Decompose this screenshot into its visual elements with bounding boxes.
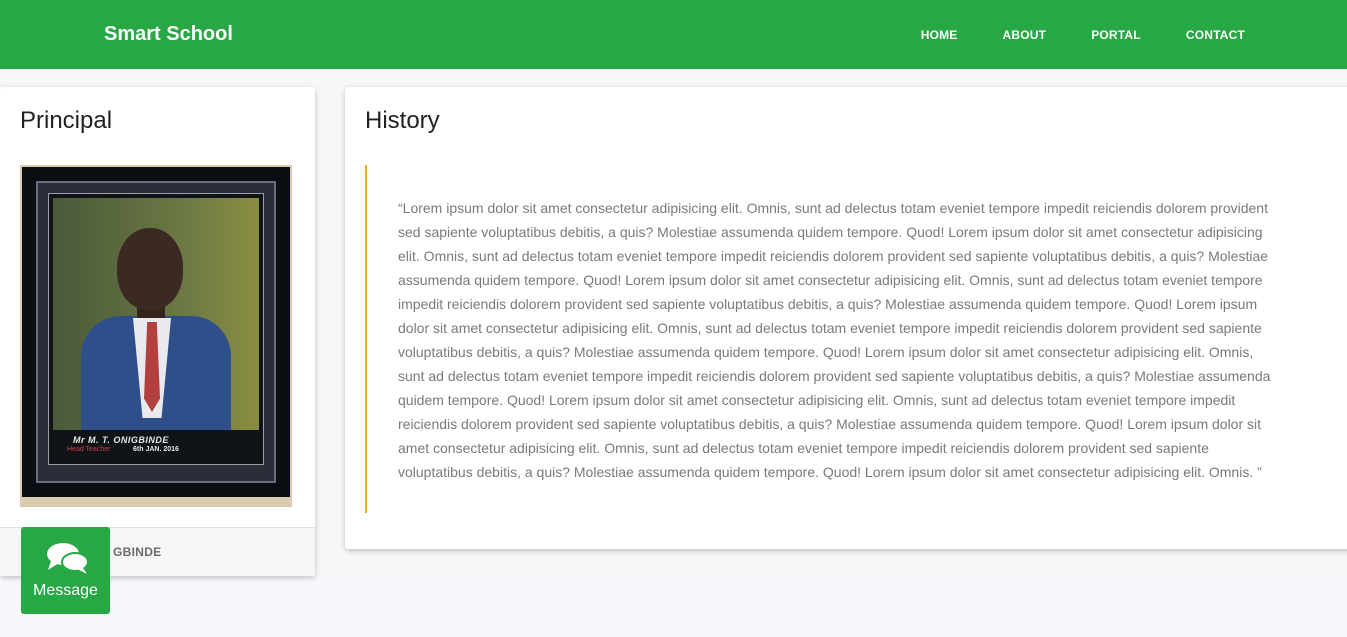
nav-link-home[interactable]: HOME — [921, 28, 958, 42]
nav-link-contact[interactable]: CONTACT — [1186, 28, 1245, 42]
principal-photo: Mr M. T. ONIGBINDE Head Teacher 6th JAN.… — [20, 165, 292, 507]
plaque-role: Head Teacher — [67, 446, 111, 453]
plaque-name: Mr M. T. ONIGBINDE — [73, 435, 169, 445]
principal-card: Principal Mr M. T. ONIGBINDE Head Teache… — [0, 87, 315, 576]
footer-band — [0, 576, 1347, 637]
history-quote-text: “Lorem ipsum dolor sit amet consectetur … — [398, 200, 1271, 480]
photo-frame: Mr M. T. ONIGBINDE Head Teacher 6th JAN.… — [22, 167, 290, 497]
photo-plaque: Mr M. T. ONIGBINDE Head Teacher 6th JAN.… — [53, 434, 259, 458]
history-title: History — [365, 107, 440, 134]
history-card: History “Lorem ipsum dolor sit amet cons… — [345, 87, 1347, 549]
brand-link[interactable]: Smart School — [104, 21, 233, 47]
history-blockquote: “Lorem ipsum dolor sit amet consectetur … — [365, 165, 1277, 513]
nav-link-portal[interactable]: PORTAL — [1091, 28, 1141, 42]
plaque-date: 6th JAN. 2016 — [133, 446, 179, 453]
nav-links: HOME ABOUT PORTAL CONTACT — [876, 0, 1245, 69]
message-button[interactable]: Message — [21, 527, 110, 614]
principal-title: Principal — [20, 107, 113, 134]
chat-bubbles-icon — [47, 543, 89, 574]
navbar: Smart School HOME ABOUT PORTAL CONTACT — [0, 0, 1347, 69]
message-label: Message — [33, 582, 98, 599]
principal-portrait-image — [53, 198, 259, 430]
nav-link-about[interactable]: ABOUT — [1003, 28, 1047, 42]
principal-name: GBINDE — [113, 545, 162, 559]
